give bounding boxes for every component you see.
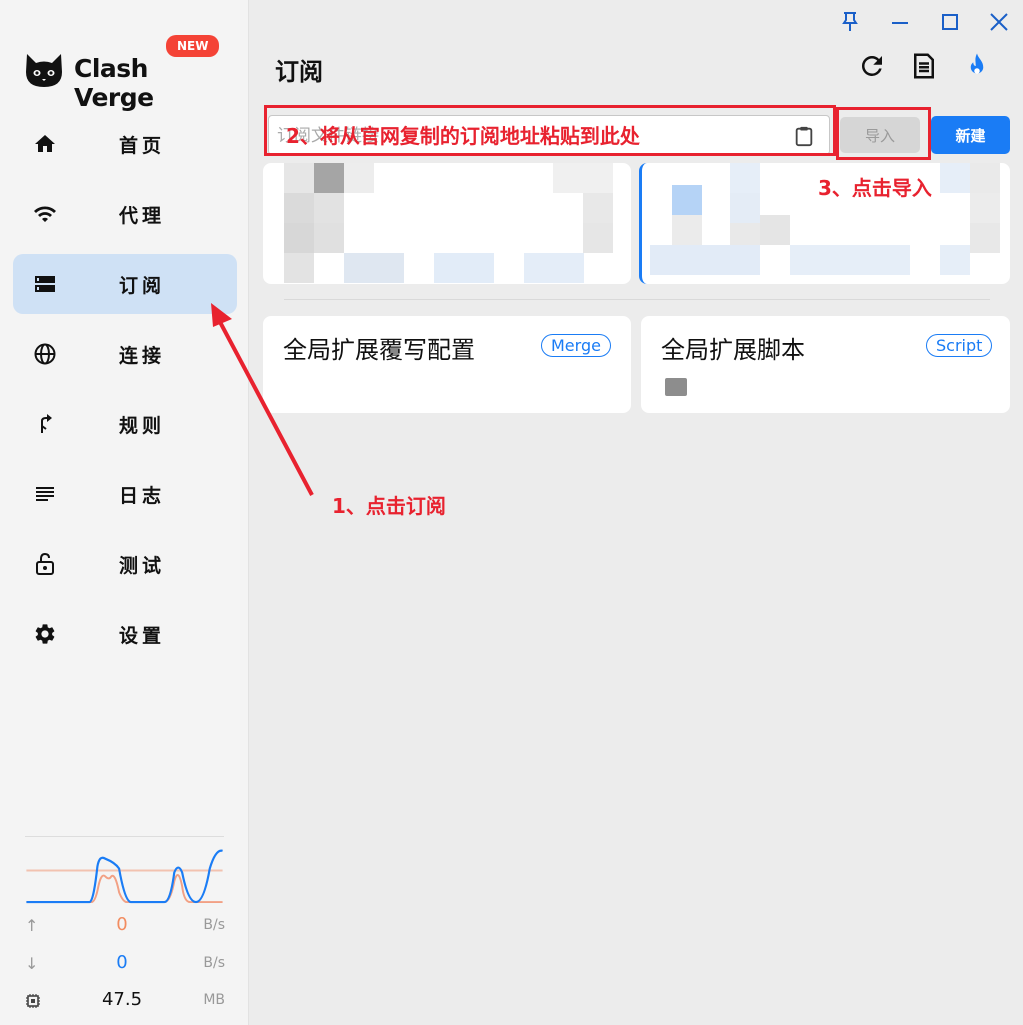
blurred-pixel [583, 193, 613, 223]
annotation-step2: 2、将从官网复制的订阅地址粘贴到此处 [286, 124, 640, 148]
blurred-pixel [583, 223, 613, 253]
sidebar-item-label: 订阅 [119, 275, 166, 297]
app-name: Clash Verge [74, 54, 154, 112]
pin-icon[interactable] [838, 10, 862, 34]
sidebar: Clash Verge NEW 首页 代理 订阅 连接 规则 日志 测试 设置 … [0, 0, 249, 1025]
list-icon [36, 487, 54, 501]
memory-chip-icon [26, 994, 40, 1008]
lock-icon [36, 552, 54, 575]
blurred-pixel [314, 163, 344, 193]
traffic-graph [25, 836, 224, 904]
blurred-pixel [730, 193, 760, 223]
sidebar-item-label: 日志 [119, 485, 166, 507]
blurred-pixel [434, 253, 494, 283]
sidebar-item-subscriptions[interactable]: 订阅 [13, 254, 237, 314]
sidebar-item-rules[interactable]: 规则 [13, 394, 237, 454]
blurred-pixel [672, 185, 702, 215]
sidebar-item-settings[interactable]: 设置 [13, 604, 237, 664]
new-button[interactable]: 新建 [931, 116, 1010, 154]
annotation-step1: 1、点击订阅 [332, 494, 446, 518]
home-icon [35, 135, 55, 152]
blurred-pixel [970, 223, 1000, 253]
blurred-pixel [940, 163, 970, 193]
sidebar-item-label: 测试 [119, 555, 166, 577]
blurred-pixel [284, 253, 314, 283]
merge-badge: Merge [541, 334, 611, 357]
blurred-pixel [344, 163, 374, 193]
blurred-pixel [650, 245, 760, 275]
blurred-pixel [284, 193, 314, 223]
sidebar-item-label: 规则 [119, 415, 166, 437]
blurred-pixel [970, 163, 1000, 193]
download-value: 0 [116, 952, 128, 973]
fire-icon[interactable] [962, 51, 992, 81]
blurred-pixel [314, 193, 344, 223]
sidebar-item-test[interactable]: 测试 [13, 534, 237, 594]
storage-icon [35, 276, 55, 292]
blurred-pixel [524, 253, 584, 283]
script-card-title: 全局扩展脚本 [661, 336, 805, 364]
sidebar-item-label: 代理 [119, 205, 166, 227]
blurred-pixel [760, 215, 790, 245]
blurred-pixel [672, 215, 702, 245]
merge-card[interactable]: 全局扩展覆写配置 Merge [263, 316, 631, 413]
new-badge: NEW [166, 35, 220, 57]
close-icon[interactable] [987, 10, 1011, 34]
blurred-pixel [790, 245, 910, 275]
terminal-icon [665, 378, 687, 396]
merge-card-title: 全局扩展覆写配置 [283, 336, 475, 364]
blurred-pixel [344, 253, 374, 283]
gear-icon [35, 624, 55, 644]
sidebar-item-label: 首页 [119, 135, 166, 157]
profile-card[interactable] [263, 163, 631, 284]
globe-icon [34, 343, 56, 365]
sidebar-nav: 首页 代理 订阅 连接 规则 日志 测试 设置 [13, 114, 237, 674]
sidebar-item-home[interactable]: 首页 [13, 114, 237, 174]
blurred-pixel [970, 193, 1000, 223]
blurred-pixel [730, 163, 760, 193]
download-stat: ↓ 0 B/s [25, 952, 225, 976]
sidebar-item-proxy[interactable]: 代理 [13, 184, 237, 244]
blurred-pixel [553, 163, 613, 193]
blurred-pixel [314, 223, 344, 253]
annotation-step3: 3、点击导入 [818, 176, 932, 200]
fork-icon [41, 414, 52, 433]
app-logo: Clash Verge NEW [24, 35, 234, 112]
sidebar-item-label: 设置 [119, 625, 166, 647]
sidebar-item-label: 连接 [119, 345, 166, 367]
blurred-pixel [284, 163, 314, 193]
refresh-icon[interactable] [857, 51, 887, 81]
download-arrow-icon: ↓ [25, 954, 39, 973]
script-badge: Script [926, 334, 993, 357]
page-title: 订阅 [275, 58, 323, 86]
memory-value: 47.5 [101, 989, 143, 1010]
memory-unit: MB [203, 992, 225, 1008]
cat-logo-icon [26, 54, 62, 87]
blurred-pixel [284, 223, 314, 253]
upload-stat: ↑ 0 B/s [25, 914, 225, 938]
upload-unit: B/s [203, 917, 225, 933]
maximize-icon[interactable] [938, 10, 962, 34]
annotation-box-import [836, 107, 931, 160]
blurred-pixel [374, 253, 404, 283]
wifi-icon [34, 206, 56, 222]
upload-value: 0 [116, 914, 128, 935]
blurred-pixel [940, 245, 970, 275]
sidebar-item-connections[interactable]: 连接 [13, 324, 237, 384]
sidebar-item-logs[interactable]: 日志 [13, 464, 237, 524]
script-card[interactable]: 全局扩展脚本 Script [641, 316, 1010, 413]
section-divider [284, 299, 990, 300]
memory-stat: 47.5 MB [25, 989, 225, 1013]
document-icon[interactable] [909, 51, 939, 81]
minimize-icon[interactable] [888, 10, 912, 34]
download-unit: B/s [203, 955, 225, 971]
upload-arrow-icon: ↑ [25, 916, 39, 935]
